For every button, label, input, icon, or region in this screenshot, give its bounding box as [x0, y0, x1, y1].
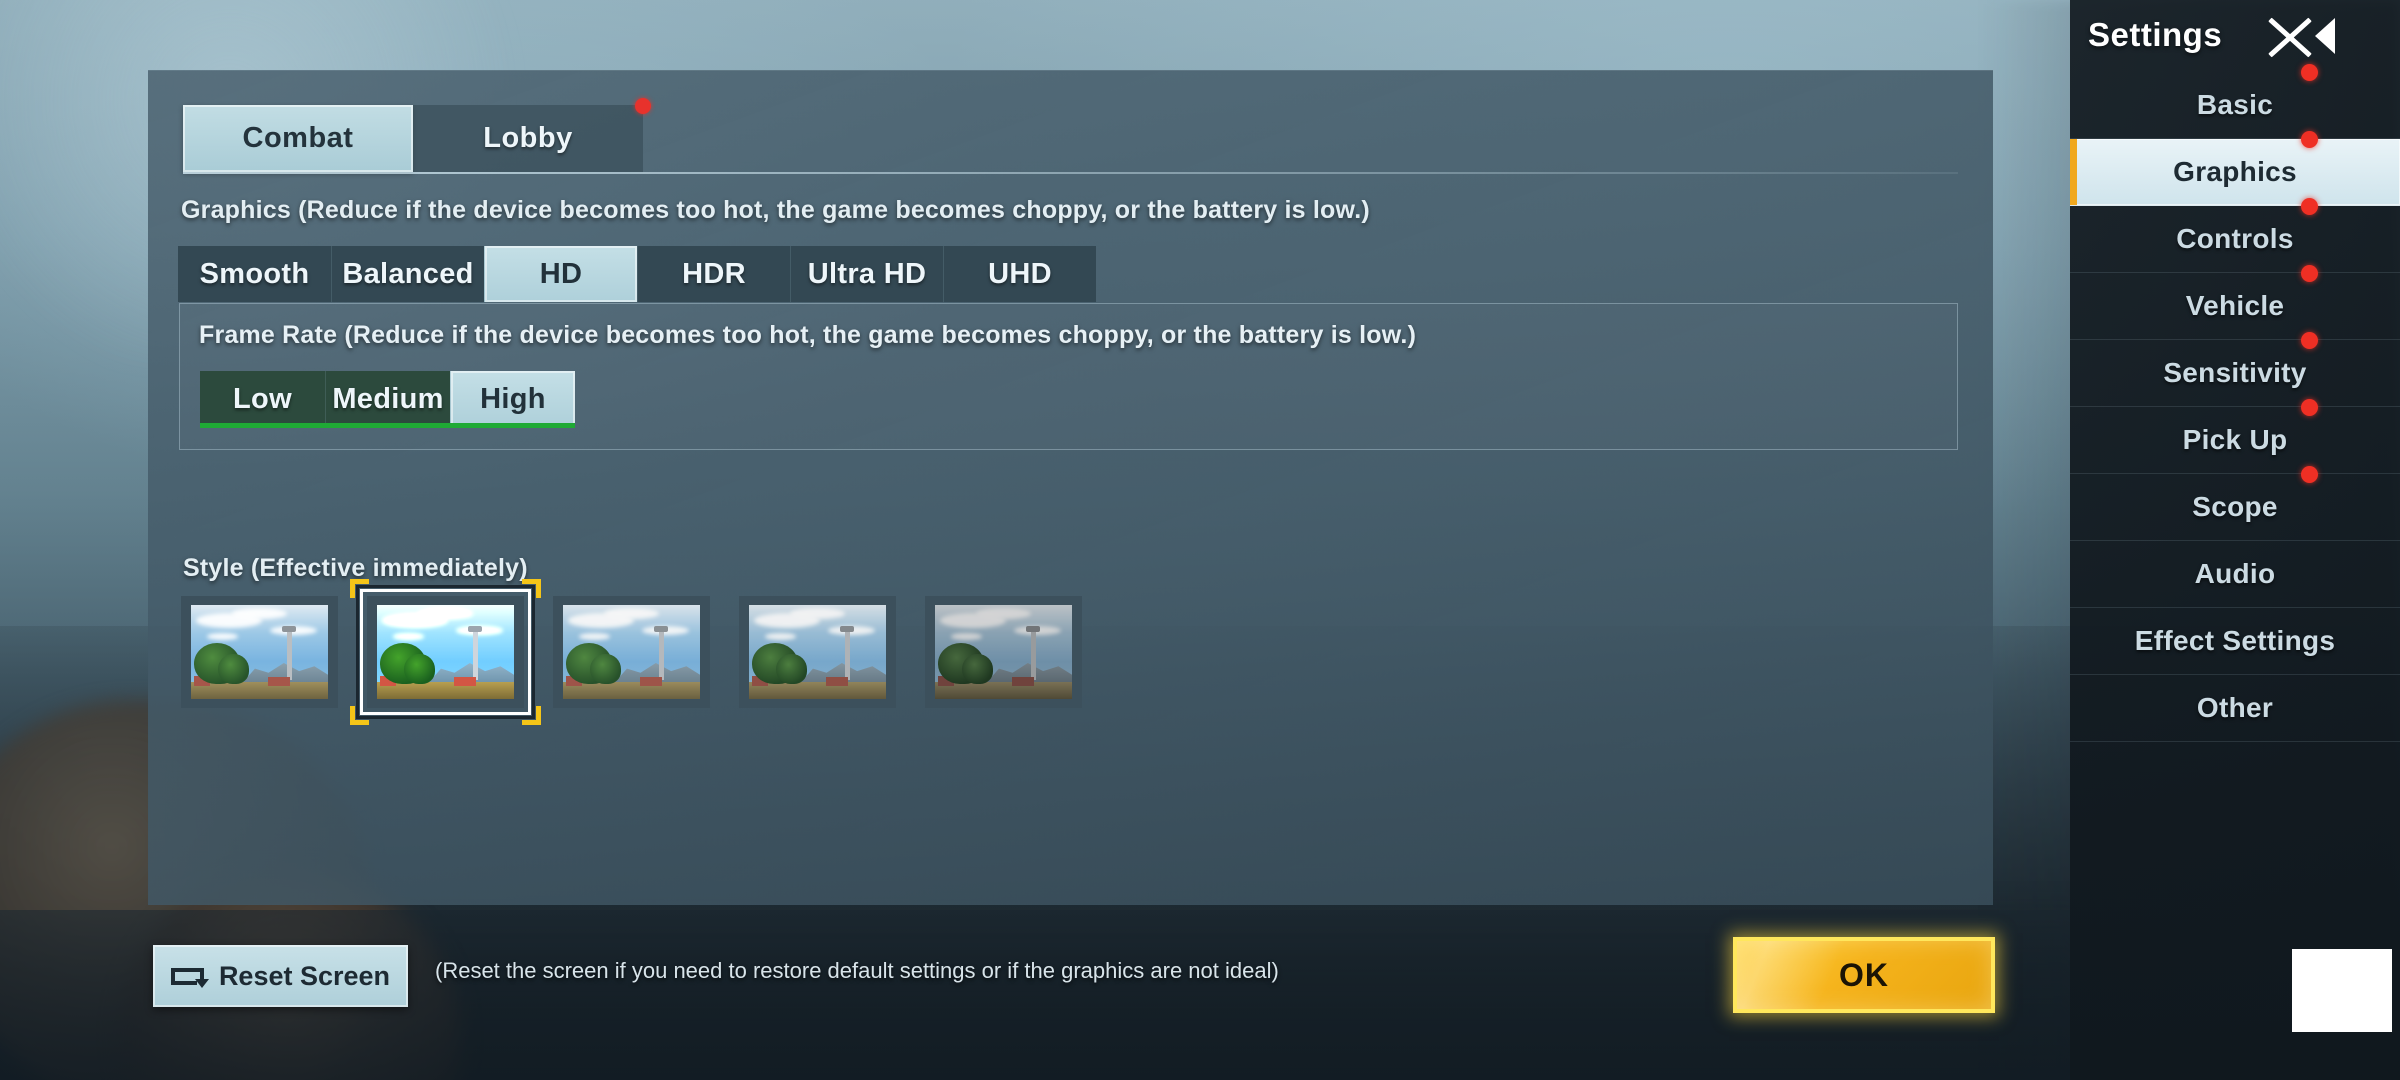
- style-thumbnail[interactable]: [739, 596, 896, 708]
- option-label: High: [480, 382, 546, 415]
- reset-screen-label: Reset Screen: [218, 960, 391, 991]
- tab-label: Combat: [242, 122, 354, 154]
- reset-screen-icon: [170, 964, 209, 988]
- style-thumbnail[interactable]: [553, 596, 710, 708]
- selection-corner-bracket: [522, 706, 541, 725]
- option-uhd[interactable]: UHD: [943, 246, 1096, 302]
- frame-rate-label: Frame Rate (Reduce if the device becomes…: [199, 321, 1417, 349]
- option-high[interactable]: High: [450, 371, 575, 427]
- style-thumbnail-frame: [367, 596, 524, 708]
- option-label: Smooth: [199, 257, 310, 290]
- notification-dot: [2301, 265, 2318, 282]
- tab-label: Lobby: [483, 122, 573, 154]
- tab-combat[interactable]: Combat: [183, 105, 413, 172]
- collapse-left-triangle-icon[interactable]: [2315, 18, 2335, 54]
- style-thumbnail[interactable]: [181, 596, 338, 708]
- notification-dot: [2301, 466, 2318, 483]
- option-label: Balanced: [342, 257, 474, 290]
- white-overlay-artifact: [2292, 949, 2392, 1032]
- sidebar-item-basic[interactable]: Basic: [2070, 64, 2400, 139]
- sidebar-item-label: Effect Settings: [2134, 625, 2336, 656]
- option-label: Ultra HD: [807, 257, 927, 290]
- graphics-quality-selector: Smooth Balanced HD HDR Ultra HD UHD: [178, 246, 1096, 302]
- style-preview-image: [935, 605, 1072, 699]
- sidebar-item-effect-settings[interactable]: Effect Settings: [2070, 608, 2400, 675]
- ok-button-label: OK: [1839, 956, 1889, 993]
- sidebar-item-label: Sensitivity: [2163, 357, 2307, 388]
- style-thumbnail-frame: [739, 596, 896, 708]
- option-low[interactable]: Low: [200, 371, 325, 427]
- sidebar-item-label: Vehicle: [2185, 290, 2285, 321]
- sidebar-item-graphics[interactable]: Graphics: [2070, 131, 2400, 206]
- option-smooth[interactable]: Smooth: [178, 246, 331, 302]
- frame-rate-selector: Low Medium High: [200, 371, 575, 428]
- option-label: HD: [539, 257, 583, 290]
- notification-dot: [2301, 399, 2318, 416]
- option-medium[interactable]: Medium: [325, 371, 450, 427]
- ok-button[interactable]: OK: [1733, 937, 1995, 1013]
- sidebar-item-label: Other: [2196, 692, 2274, 723]
- style-thumbnail[interactable]: [925, 596, 1082, 708]
- sidebar-item-label: Pick Up: [2182, 424, 2288, 455]
- style-thumbnail-frame: [181, 596, 338, 708]
- option-label: HDR: [682, 257, 746, 290]
- sidebar-item-scope[interactable]: Scope: [2070, 466, 2400, 541]
- sidebar-item-label: Scope: [2192, 491, 2278, 522]
- style-preview-image: [377, 605, 514, 699]
- tab-lobby[interactable]: Lobby: [413, 98, 651, 172]
- settings-sidebar: Settings Basic Graphics Controls Vehicle Sen…: [2070, 0, 2400, 1080]
- style-preview-image: [749, 605, 886, 699]
- graphics-section-label: Graphics (Reduce if the device becomes t…: [181, 196, 1370, 224]
- sidebar-item-vehicle[interactable]: Vehicle: [2070, 265, 2400, 340]
- notification-dot: [2301, 198, 2318, 215]
- option-ultra-hd[interactable]: Ultra HD: [790, 246, 943, 302]
- sidebar-item-controls[interactable]: Controls: [2070, 198, 2400, 273]
- style-preview-image: [191, 605, 328, 699]
- reset-screen-button[interactable]: Reset Screen: [153, 945, 408, 1007]
- reset-screen-hint: (Reset the screen if you need to restore…: [435, 958, 1279, 983]
- sidebar-item-label: Basic: [2196, 89, 2274, 120]
- sidebar-item-pick-up[interactable]: Pick Up: [2070, 399, 2400, 474]
- option-balanced[interactable]: Balanced: [331, 246, 484, 302]
- notification-dot: [2301, 64, 2318, 81]
- option-hdr[interactable]: HDR: [637, 246, 790, 302]
- notification-dot: [2301, 131, 2318, 148]
- notification-dot: [635, 98, 651, 114]
- option-label: Medium: [332, 382, 444, 415]
- style-thumbnail-row: [181, 579, 1082, 725]
- settings-title: Settings: [2088, 16, 2223, 53]
- sidebar-item-sensitivity[interactable]: Sensitivity: [2070, 332, 2400, 407]
- style-thumbnail[interactable]: [350, 579, 541, 725]
- option-hd[interactable]: HD: [484, 246, 637, 302]
- sidebar-header: Settings: [2070, 0, 2400, 72]
- tab-bar: Combat Lobby: [183, 98, 651, 172]
- settings-panel: Combat Lobby Graphics (Reduce if the devi…: [148, 70, 1993, 905]
- selection-corner-bracket: [350, 706, 369, 725]
- sidebar-item-other[interactable]: Other: [2070, 675, 2400, 742]
- sidebar-item-label: Controls: [2176, 223, 2294, 254]
- style-section-label: Style (Effective immediately): [183, 554, 528, 582]
- style-thumbnail-frame: [925, 596, 1082, 708]
- option-label: UHD: [988, 257, 1052, 290]
- style-thumbnail-frame: [553, 596, 710, 708]
- style-preview-image: [563, 605, 700, 699]
- notification-dot: [2301, 332, 2318, 349]
- sidebar-item-audio[interactable]: Audio: [2070, 541, 2400, 608]
- sidebar-item-label: Audio: [2194, 558, 2276, 589]
- sidebar-item-list: Basic Graphics Controls Vehicle Sensitivity P…: [2070, 64, 2400, 742]
- sidebar-item-label: Graphics: [2173, 156, 2297, 187]
- option-label: Low: [233, 382, 292, 415]
- tab-underline: [183, 172, 1958, 174]
